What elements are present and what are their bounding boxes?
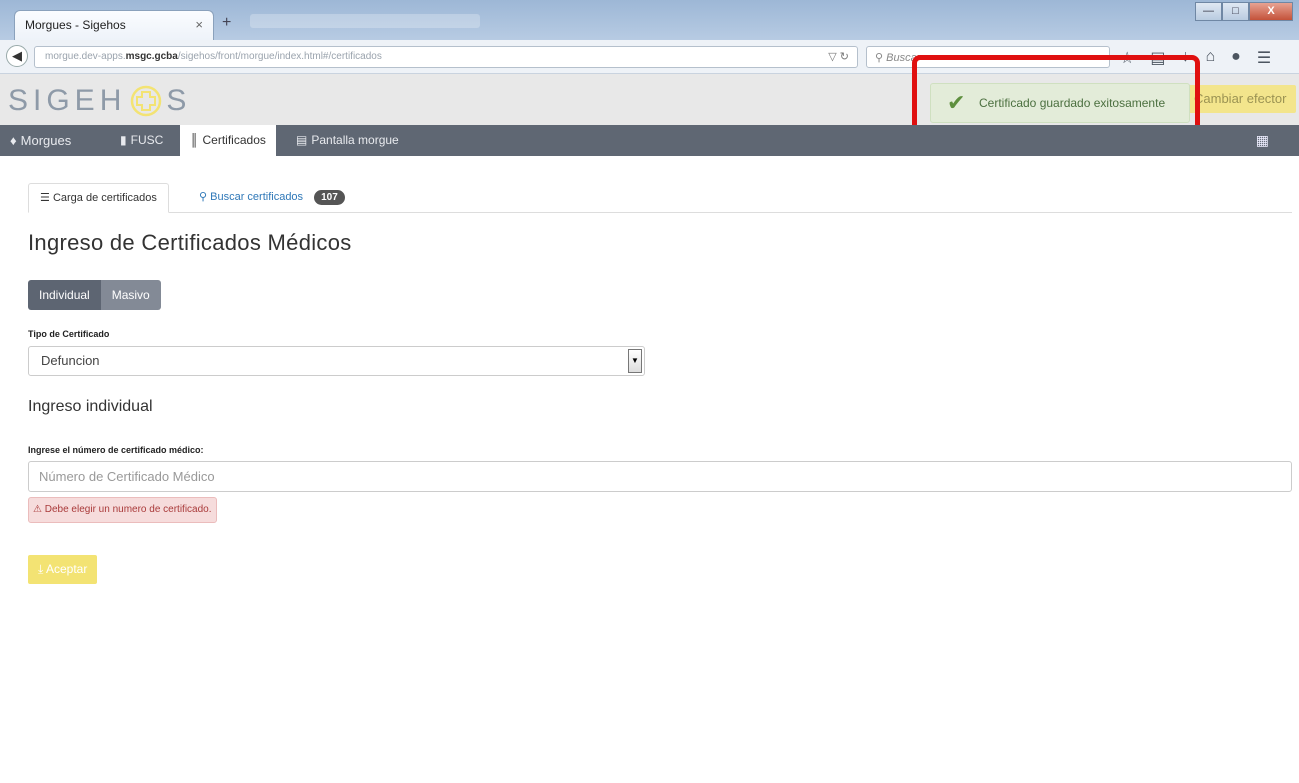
tab-carga-certificados[interactable]: ☰ Carga de certificados (28, 183, 169, 213)
menu-item-pantalla-morgue[interactable]: ▤ Pantalla morgue (286, 125, 409, 156)
minimize-button[interactable]: — (1195, 2, 1222, 21)
maximize-button[interactable]: □ (1222, 2, 1249, 21)
cambiar-efector-button[interactable]: Cambiar efector (1184, 85, 1297, 113)
warning-icon: ⚠ (33, 504, 42, 515)
numero-certificado-label: Ingrese el número de certificado médico: (28, 445, 204, 455)
arrow-left-icon: ◀ (12, 48, 22, 63)
url-path: /sigehos/front/morgue/index.html#/certif… (177, 51, 382, 62)
tab-buscar-certificados[interactable]: ⚲ Buscar certificados 107 (188, 183, 356, 213)
menu-item-morgues[interactable]: ♦ Morgues (0, 125, 81, 156)
chevron-down-icon[interactable]: ▼ (628, 349, 642, 373)
numero-certificado-input[interactable]: Número de Certificado Médico (28, 461, 1292, 492)
main-menu: ♦ Morgues ▮ FUSC ║ Certificados ▤ Pantalla m… (0, 125, 1299, 156)
logo-text-right: S (166, 84, 192, 117)
close-tab-icon[interactable]: × (195, 17, 203, 32)
logo-text-left: SIGEH (8, 84, 127, 117)
validation-error: ⚠ Debe elegir un numero de certificado. (28, 497, 217, 523)
error-message: Debe elegir un numero de certificado. (44, 504, 212, 515)
blurred-area (250, 14, 480, 28)
home-icon[interactable]: ⌂ (1205, 48, 1215, 68)
search-icon: ⚲ (199, 191, 208, 203)
content-tabs: ☰ Carga de certificados ⚲ Buscar certifi… (28, 183, 1292, 213)
reload-icon[interactable]: ▽ ↻ (828, 50, 849, 63)
section-subtitle: Ingreso individual (28, 398, 153, 415)
url-bar[interactable]: morgue.dev-apps.msgc.gcba/sigehos/front/… (34, 46, 858, 68)
select-value: Defuncion (41, 353, 100, 368)
app-logo[interactable]: SIGEH S (8, 84, 191, 118)
logo-cross-icon (130, 85, 162, 117)
mode-masivo-button[interactable]: Masivo (100, 280, 161, 310)
input-placeholder: Número de Certificado Médico (39, 469, 215, 484)
tag-icon: ♦ (10, 133, 17, 148)
tipo-certificado-select[interactable]: Defuncion ▼ (28, 346, 645, 376)
menu-item-certificados[interactable]: ║ Certificados (180, 125, 276, 156)
menu-item-label: FUSC (130, 133, 164, 147)
list-icon: ☰ (40, 192, 50, 204)
file-icon: ▮ (120, 133, 127, 147)
close-window-button[interactable]: X (1249, 2, 1293, 21)
menu-item-label: Morgues (20, 133, 72, 148)
mode-toggle: Individual Masivo (28, 280, 161, 310)
menu-item-label: Pantalla morgue (311, 133, 399, 147)
window-controls: — □ X (1195, 2, 1293, 21)
tab-label: Carga de certificados (52, 192, 157, 204)
aceptar-button[interactable]: ⤓ Aceptar (28, 555, 98, 584)
menu-item-label: Certificados (202, 133, 266, 147)
apps-grid-icon[interactable]: ▦ (1256, 132, 1269, 149)
download-icon: ⤓ (38, 562, 44, 576)
barcode-icon: ║ (190, 133, 199, 147)
button-label: Aceptar (45, 562, 88, 576)
chat-icon[interactable]: ● (1231, 48, 1241, 68)
browser-tab[interactable]: Morgues - Sigehos × (14, 10, 214, 40)
new-tab-button[interactable]: + (222, 14, 231, 32)
browser-tab-title: Morgues - Sigehos (25, 18, 126, 32)
monitor-icon: ▤ (296, 133, 308, 147)
count-badge: 107 (314, 190, 345, 205)
tipo-certificado-label: Tipo de Certificado (28, 329, 110, 339)
url-prefix: morgue.dev-apps. (45, 51, 126, 62)
menu-item-fusc[interactable]: ▮ FUSC (110, 125, 173, 156)
url-host: msgc.gcba (125, 51, 178, 62)
page-title: Ingreso de Certificados Médicos (28, 230, 352, 255)
back-button[interactable]: ◀ (6, 45, 28, 67)
browser-titlebar: Morgues - Sigehos × + — □ X (0, 0, 1299, 40)
tab-label: Buscar certificados (210, 191, 304, 203)
magnifier-icon: ⚲ (875, 52, 884, 64)
mode-individual-button[interactable]: Individual (28, 280, 101, 310)
hamburger-menu-icon[interactable]: ☰ (1257, 48, 1271, 68)
